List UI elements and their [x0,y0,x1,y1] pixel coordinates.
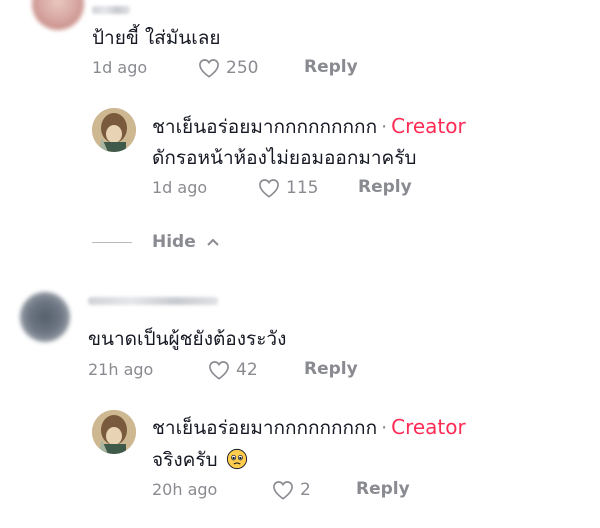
reply-author-name[interactable]: ชาเย็นอร่อยมากกกกกกกกก [152,417,377,439]
reply-button[interactable]: Reply [358,177,412,197]
commenter-username[interactable] [92,6,130,14]
reply-button[interactable]: Reply [304,57,358,77]
like-button[interactable]: 42 [208,360,258,380]
divider-line [92,241,132,243]
comment-time: 21h ago [88,360,154,379]
like-button[interactable]: 2 [272,480,311,500]
like-button[interactable]: 115 [258,178,318,198]
like-count: 42 [236,360,258,380]
hide-replies-button[interactable]: Hide [92,232,220,252]
reply-author-row: ชาเย็นอร่อยมากกกกกกกกก · Creator [152,114,466,139]
like-count: 2 [300,480,311,500]
comment-text: ขนาดเป็นผู้ชยังต้องระวัง [88,328,287,350]
creator-avatar[interactable] [92,108,136,152]
reply-button[interactable]: Reply [304,359,358,379]
like-button[interactable]: 250 [198,58,258,78]
reply-button[interactable]: Reply [356,479,410,499]
creator-badge: Creator [391,415,466,439]
reply-author-name[interactable]: ชาเย็นอร่อยมากกกกกกกกก [152,116,377,138]
reply-text: จริงครับ [152,449,218,471]
separator-dot: · [381,417,388,439]
heart-icon [209,361,229,380]
hide-label: Hide [152,232,196,252]
creator-badge: Creator [391,114,466,138]
comment-text: ป้ายขี้ ใส่มันเลย [92,27,221,49]
reply-author-row: ชาเย็นอร่อยมากกกกกกกกก · Creator [152,415,466,440]
commenter-avatar[interactable] [20,292,70,342]
reply-time: 20h ago [152,480,218,499]
separator-dot: · [381,116,388,138]
heart-icon [259,179,279,198]
commenter-username[interactable] [88,297,218,305]
reply-text-row: จริงครับ [152,448,248,472]
reply-text: ดักรอหน้าห้องไม่ยอมออกมาครับ [152,147,417,169]
like-count: 115 [286,178,319,198]
creator-avatar[interactable] [92,410,136,454]
like-count: 250 [226,58,259,78]
heart-icon [273,481,293,500]
comment-time: 1d ago [92,58,148,77]
chevron-up-icon [207,238,219,246]
heart-icon [199,59,219,78]
pleading-face-emoji-icon [226,448,247,470]
commenter-avatar[interactable] [32,0,84,30]
reply-time: 1d ago [152,178,208,197]
